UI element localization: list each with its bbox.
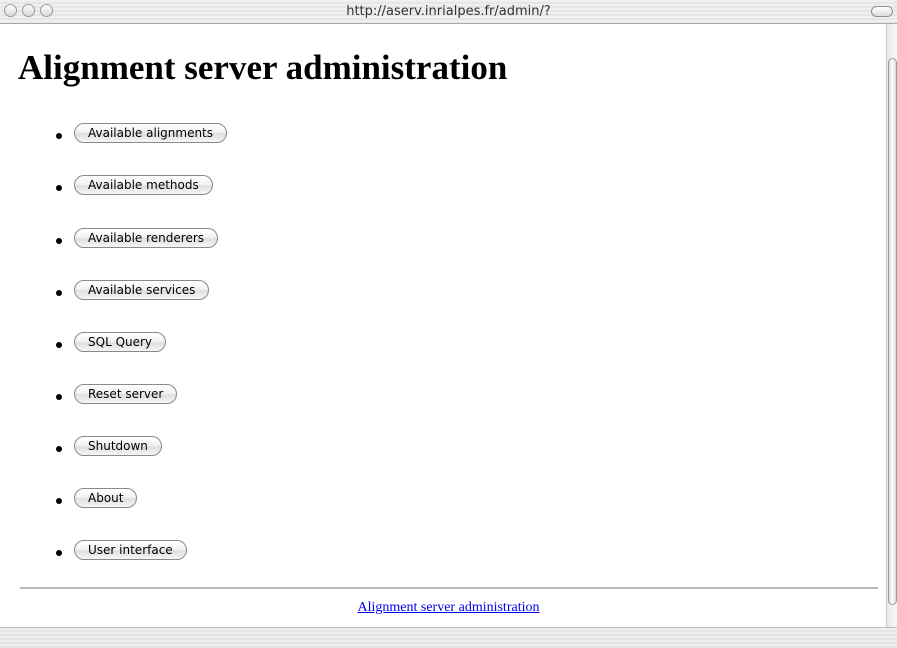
toolbar-toggle-button[interactable] xyxy=(871,6,893,17)
menu-item-shutdown: Shutdown xyxy=(56,435,162,457)
about-button[interactable]: About xyxy=(74,488,138,508)
scrollbar-thumb[interactable] xyxy=(888,58,897,605)
reset-server-button[interactable]: Reset server xyxy=(74,384,178,404)
menu-item-available-alignments: Available alignments xyxy=(56,122,228,144)
sql-query-button[interactable]: SQL Query xyxy=(74,332,167,352)
available-renderers-button[interactable]: Available renderers xyxy=(74,228,219,248)
available-services-button[interactable]: Available services xyxy=(74,280,210,300)
title-bar[interactable]: http://aserv.inrialpes.fr/admin/? xyxy=(0,0,897,24)
status-bar xyxy=(0,627,897,648)
page-content: Alignment server administration Availabl… xyxy=(0,24,886,627)
bullet-icon xyxy=(56,550,62,556)
bullet-icon xyxy=(56,394,62,400)
horizontal-divider xyxy=(20,587,878,589)
bullet-icon xyxy=(56,498,62,504)
menu-item-sql-query: SQL Query xyxy=(56,331,167,353)
bullet-icon xyxy=(56,238,62,244)
window-title: http://aserv.inrialpes.fr/admin/? xyxy=(346,4,551,19)
page-title: Alignment server administration xyxy=(18,48,508,87)
admin-home-link[interactable]: Alignment server administration xyxy=(358,600,540,615)
footer: Alignment server administration xyxy=(0,600,897,616)
bullet-icon xyxy=(56,133,62,139)
menu-item-available-renderers: Available renderers xyxy=(56,227,219,249)
available-alignments-button[interactable]: Available alignments xyxy=(74,123,228,143)
vertical-scrollbar[interactable] xyxy=(886,24,897,627)
menu-item-available-services: Available services xyxy=(56,279,210,301)
user-interface-button[interactable]: User interface xyxy=(74,540,187,560)
menu-item-about: About xyxy=(56,487,138,509)
menu-item-reset-server: Reset server xyxy=(56,383,178,405)
bullet-icon xyxy=(56,446,62,452)
available-methods-button[interactable]: Available methods xyxy=(74,175,213,195)
menu-item-available-methods: Available methods xyxy=(56,174,213,196)
bullet-icon xyxy=(56,290,62,296)
bullet-icon xyxy=(56,342,62,348)
shutdown-button[interactable]: Shutdown xyxy=(74,436,162,456)
menu-item-user-interface: User interface xyxy=(56,539,187,561)
bullet-icon xyxy=(56,185,62,191)
browser-window: http://aserv.inrialpes.fr/admin/? Alignm… xyxy=(0,0,897,648)
